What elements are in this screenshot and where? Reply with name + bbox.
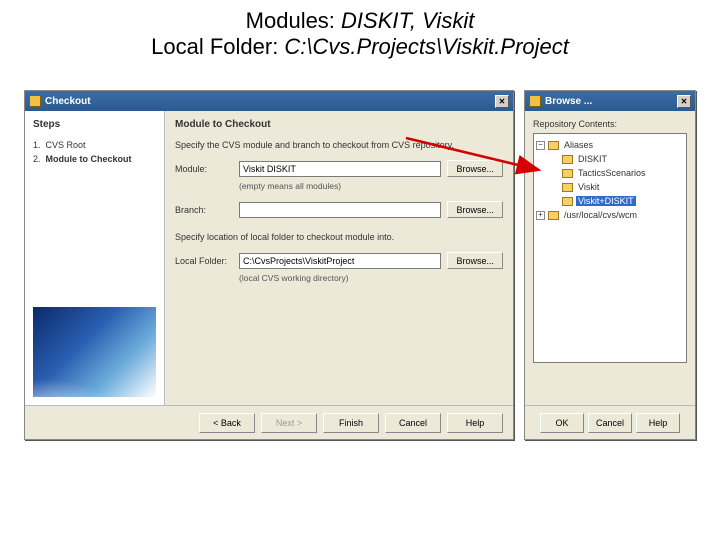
checkout-dialog: Checkout ✕ Steps 1. CVS Root 2. Module t… [24, 90, 514, 440]
browse-help-button[interactable]: Help [636, 413, 680, 433]
branch-label: Branch: [175, 205, 233, 215]
module-hint: (empty means all modules) [239, 181, 503, 191]
steps-heading: Steps [33, 119, 156, 130]
browse-dialog: Browse ... ✕ Repository Contents: − Alias… [524, 90, 696, 440]
folder-icon [562, 183, 573, 192]
checkout-titlebar[interactable]: Checkout ✕ [25, 91, 513, 111]
slide-title: Modules: DISKIT, Viskit Local Folder: C:… [0, 0, 720, 64]
browse-cancel-button[interactable]: Cancel [588, 413, 632, 433]
collapse-icon[interactable]: − [536, 141, 545, 150]
checkout-title: Checkout [45, 96, 91, 107]
module-browse-button[interactable]: Browse... [447, 160, 503, 177]
modules-label: Modules: [246, 8, 341, 33]
form-desc: Specify the CVS module and branch to che… [175, 140, 503, 150]
close-icon[interactable]: ✕ [495, 95, 509, 108]
folder-icon [562, 155, 573, 164]
tree-viskit-diskit[interactable]: Viskit+DISKIT [576, 196, 636, 206]
folder-icon [562, 197, 573, 206]
expand-icon[interactable]: + [536, 211, 545, 220]
browse-title: Browse ... [545, 96, 592, 107]
tree-usr[interactable]: /usr/local/cvs/wcm [562, 210, 639, 220]
tree-aliases[interactable]: Aliases [562, 140, 595, 150]
step-2-label: Module to Checkout [46, 154, 132, 164]
step-1-label: CVS Root [46, 140, 86, 150]
tree-diskit[interactable]: DISKIT [576, 154, 609, 164]
folder-icon [562, 169, 573, 178]
branch-browse-button[interactable]: Browse... [447, 201, 503, 218]
form-heading: Module to Checkout [175, 119, 503, 130]
step-2-num: 2. [33, 154, 41, 164]
module-label: Module: [175, 164, 233, 174]
tree-viskit[interactable]: Viskit [576, 182, 601, 192]
localfolder-desc: Specify location of local folder to chec… [175, 232, 503, 242]
localfolder-hint: (local CVS working directory) [239, 273, 503, 283]
localfolder-label: Local Folder: [151, 34, 284, 59]
repo-tree[interactable]: −Aliases DISKIT TacticsScenarios Viskit … [533, 133, 687, 363]
folder-icon [548, 211, 559, 220]
checkout-app-icon [29, 95, 41, 107]
repo-contents-label: Repository Contents: [533, 119, 687, 129]
finish-button[interactable]: Finish [323, 413, 379, 433]
checkout-form: Module to Checkout Specify the CVS modul… [165, 111, 513, 405]
next-button: Next > [261, 413, 317, 433]
help-button[interactable]: Help [447, 413, 503, 433]
localfolder-value: C:\Cvs.Projects\Viskit.Project [284, 34, 568, 59]
browse-close-icon[interactable]: ✕ [677, 95, 691, 108]
ok-button[interactable]: OK [540, 413, 584, 433]
browse-titlebar[interactable]: Browse ... ✕ [525, 91, 695, 111]
folder-icon [548, 141, 559, 150]
browse-button-bar: OK Cancel Help [525, 405, 695, 439]
browse-app-icon [529, 95, 541, 107]
localfolder-browse-button[interactable]: Browse... [447, 252, 503, 269]
tree-tactics[interactable]: TacticsScenarios [576, 168, 648, 178]
module-input[interactable] [239, 161, 441, 177]
cancel-button[interactable]: Cancel [385, 413, 441, 433]
step-1-num: 1. [33, 140, 41, 150]
wizard-decoration [33, 307, 156, 397]
back-button[interactable]: < Back [199, 413, 255, 433]
localfolder-field-label: Local Folder: [175, 256, 233, 266]
branch-input[interactable] [239, 202, 441, 218]
wizard-steps-pane: Steps 1. CVS Root 2. Module to Checkout [25, 111, 165, 405]
checkout-button-bar: < Back Next > Finish Cancel Help [25, 405, 513, 439]
modules-value: DISKIT, Viskit [341, 8, 474, 33]
localfolder-input[interactable] [239, 253, 441, 269]
